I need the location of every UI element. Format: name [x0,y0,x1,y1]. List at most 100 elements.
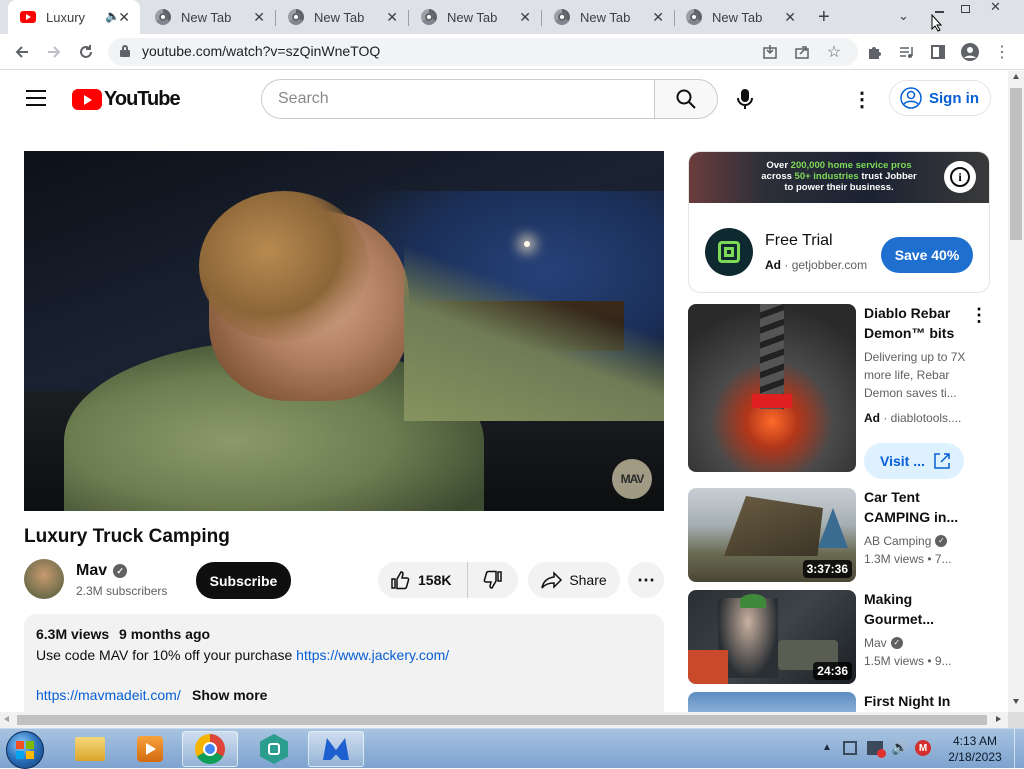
video-title: Luxury Truck Camping [24,526,230,547]
sign-in-button[interactable]: Sign in [889,80,991,116]
tab-new-4[interactable]: New Tab ✕ [542,0,674,34]
description-box[interactable]: 6.3M views 9 months ago Use code MAV for… [24,614,664,724]
jobber-logo-icon [705,228,753,276]
channel-watermark: MAV [612,459,652,499]
horizontal-scrollbar[interactable] [0,712,1008,728]
more-actions-icon[interactable]: ⋯ [628,562,664,598]
dislike-button[interactable] [468,562,518,598]
scroll-left-arrow-icon[interactable] [4,716,9,722]
taskbar-file-explorer[interactable] [62,731,118,767]
system-clock[interactable]: 4:13 AM 2/18/2023 [940,733,1010,765]
bookmark-star-icon[interactable]: ☆ [824,42,844,62]
ad-banner-line3: to power their business. [784,182,894,193]
tab-label: New Tab [314,9,365,25]
ad-info-icon[interactable]: i [944,161,976,193]
youtube-logo[interactable]: YouTube [72,87,181,111]
close-tab-icon[interactable]: ✕ [519,9,531,26]
channel-name-row[interactable]: Mav ✓ [76,562,128,580]
visit-site-button[interactable]: Visit ... [864,443,964,479]
new-tab-plus-icon[interactable]: + [818,6,830,29]
jobber-ad-card[interactable]: Over 200,000 home service pros across 50… [688,151,990,293]
tab-new-2[interactable]: New Tab ✕ [276,0,408,34]
youtube-favicon [20,9,36,25]
hamburger-menu-icon[interactable] [26,90,46,106]
tab-new-3[interactable]: New Tab ✕ [409,0,541,34]
ad-banner-text: Over 200,000 home service pros across 50… [749,160,929,193]
jackery-link[interactable]: https://www.jackery.com/ [296,647,449,663]
microphone-icon[interactable] [736,88,754,115]
close-tab-icon[interactable]: ✕ [386,9,398,26]
share-button[interactable]: Share [528,562,620,598]
sidebar-channel-row[interactable]: Mav ✓ [864,634,903,652]
action-center-icon[interactable] [843,741,857,755]
taskbar-media-player[interactable] [122,731,178,767]
close-tab-icon[interactable]: ✕ [784,9,796,26]
tab-search-chevron-icon[interactable]: ⌄ [898,8,909,24]
sidebar-item-title[interactable]: Making Gourmet... [864,589,982,629]
taskbar-chrome[interactable] [182,731,238,767]
sidebar-item-title[interactable]: Car Tent CAMPING in... [864,487,982,527]
restore-icon[interactable] [956,2,974,16]
media-control-icon[interactable] [896,42,916,62]
forward-arrow-icon[interactable] [44,42,64,62]
horizontal-scroll-thumb[interactable] [17,715,987,725]
channel-avatar[interactable] [24,559,64,599]
url-text[interactable]: youtube.com/watch?v=szQinWneTOQ [142,43,380,59]
scroll-right-arrow-icon[interactable] [996,716,1001,722]
sidebar-item-title[interactable]: First Night In [864,691,982,712]
search-input[interactable]: Search [261,79,655,119]
settings-kebab-icon[interactable]: ⋮ [852,87,872,112]
scroll-down-arrow-icon[interactable] [1013,699,1019,704]
ad-banner-line2: across [761,171,795,182]
subscribe-button[interactable]: Subscribe [196,562,291,599]
vertical-scroll-thumb[interactable] [1010,88,1022,240]
mouse-cursor-icon [931,14,943,32]
close-tab-icon[interactable]: ✕ [652,9,664,26]
verified-badge-icon: ✓ [113,564,128,578]
sidebar-item-title[interactable]: Diablo Rebar Demon™ bits [864,303,982,343]
verified-badge-icon: ✓ [890,637,903,649]
back-arrow-icon[interactable] [12,42,32,62]
tab-new-5[interactable]: New Tab ✕ [674,0,806,34]
chrome-icon [195,734,225,764]
reload-icon[interactable] [76,42,96,62]
ad-banner-line1: Over [766,160,791,171]
like-dislike-group: 158K [378,562,518,598]
show-hidden-icons-icon[interactable]: ▲ [822,742,832,753]
tab-label: Luxury T [46,9,86,25]
browser-menu-icon[interactable]: ⋮ [992,42,1012,62]
search-button[interactable] [654,79,718,119]
taskbar-app-shield[interactable] [246,731,302,767]
scroll-up-arrow-icon[interactable] [1013,74,1019,79]
share-page-icon[interactable] [792,42,812,62]
save-40-button[interactable]: Save 40% [881,237,973,273]
mavmadeit-link[interactable]: https://mavmadeit.com/ [36,687,184,703]
car-tent-thumbnail[interactable]: 3:37:36 [688,488,856,582]
volume-icon[interactable]: 🔊 [891,739,908,756]
tab-youtube[interactable]: Luxury T 🔈 ✕ [8,0,140,34]
network-icon[interactable] [867,741,886,758]
verified-badge-icon: ✓ [935,535,948,547]
start-button[interactable] [6,731,44,769]
gourmet-thumbnail[interactable]: 24:36 [688,590,856,684]
close-tab-icon[interactable]: ✕ [118,9,130,26]
diablo-ad-thumbnail[interactable] [688,304,856,472]
item-kebab-icon[interactable]: ⋮ [970,305,988,326]
show-more-button[interactable]: Show more [192,687,267,703]
extensions-puzzle-icon[interactable] [864,42,884,62]
like-button[interactable]: 158K [378,562,468,598]
channel-name[interactable]: Mav [76,562,107,580]
video-player[interactable]: MAV [24,151,664,511]
tab-new-1[interactable]: New Tab ✕ [143,0,275,34]
vertical-scrollbar[interactable] [1008,71,1024,712]
close-window-icon[interactable]: ✕ [990,0,1001,15]
taskbar-malwarebytes[interactable] [308,731,364,767]
close-tab-icon[interactable]: ✕ [253,9,265,26]
first-night-thumbnail[interactable] [688,692,856,712]
sidebar-channel-row[interactable]: AB Camping ✓ [864,532,948,550]
show-desktop-button[interactable] [1014,729,1024,769]
install-app-icon[interactable] [760,42,780,62]
gmail-notifier-icon[interactable]: M [915,740,931,756]
profile-avatar-icon[interactable] [960,42,980,62]
side-panel-icon[interactable] [928,42,948,62]
